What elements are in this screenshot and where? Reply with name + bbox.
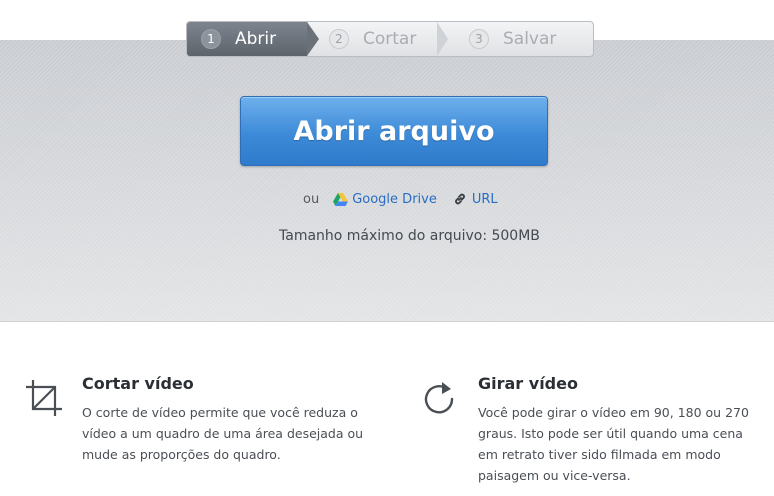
feature-title: Cortar vídeo [82, 374, 194, 393]
step-crop[interactable]: 2 Cortar [307, 22, 448, 56]
link-icon [454, 193, 465, 205]
open-file-button[interactable]: Abrir arquivo [240, 96, 548, 166]
alternative-sources: ou Google Drive URL [303, 189, 498, 209]
google-drive-link[interactable]: Google Drive [333, 192, 437, 207]
google-drive-icon [333, 192, 349, 206]
max-file-size-note: Tamanho máximo do arquivo: 500MB [279, 228, 540, 244]
step-label: Abrir [235, 29, 277, 49]
step-label: Salvar [503, 29, 557, 49]
step-save[interactable]: 3 Salvar [447, 22, 593, 56]
rotate-icon [424, 382, 454, 414]
step-wizard: 1 Abrir 2 Cortar 3 Salvar [186, 21, 594, 57]
url-link[interactable]: URL [453, 192, 498, 207]
url-label: URL [471, 191, 498, 207]
upload-panel [0, 40, 774, 322]
google-drive-label: Google Drive [352, 191, 437, 207]
step-open[interactable]: 1 Abrir [187, 22, 319, 56]
step-number: 2 [329, 29, 349, 49]
step-label: Cortar [363, 29, 417, 49]
step-number: 1 [201, 29, 221, 49]
step-number: 3 [469, 29, 489, 49]
feature-description: Você pode girar o vídeo em 90, 180 ou 27… [478, 405, 749, 483]
feature-title: Girar vídeo [478, 374, 578, 393]
crop-icon [26, 380, 62, 416]
or-label: ou [303, 191, 320, 207]
feature-description: O corte de vídeo permite que você reduza… [82, 405, 364, 462]
